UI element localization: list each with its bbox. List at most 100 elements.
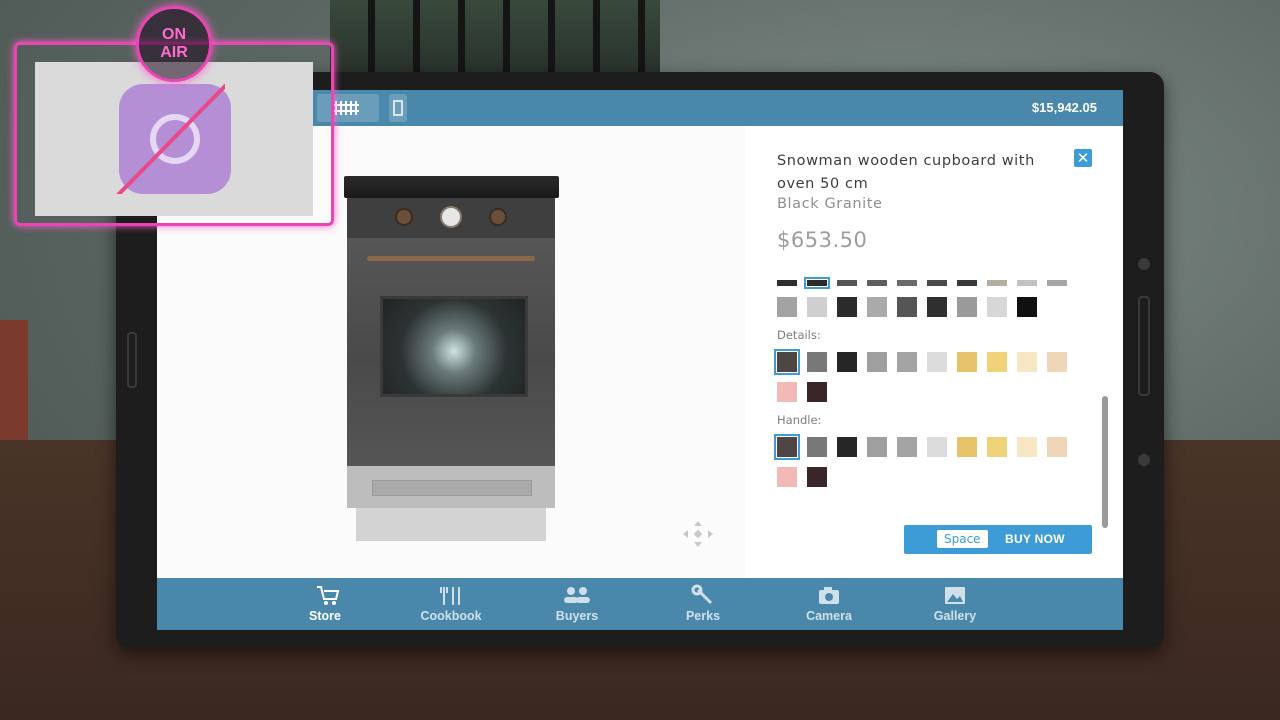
buy-now-button[interactable]: Space BUY NOW bbox=[904, 525, 1092, 554]
material-swatch[interactable] bbox=[927, 297, 947, 317]
details-swatch[interactable] bbox=[777, 382, 797, 402]
material-swatch[interactable] bbox=[987, 280, 1007, 286]
handle-swatch[interactable] bbox=[1017, 437, 1037, 457]
bottom-nav: Store Cookbook Buyers Perks Camera Galle… bbox=[157, 578, 1123, 630]
on-air-line1: ON bbox=[162, 26, 186, 43]
material-swatch[interactable] bbox=[897, 280, 917, 286]
details-swatch-row bbox=[777, 382, 837, 402]
nav-store[interactable]: Store bbox=[270, 584, 380, 623]
material-swatch[interactable] bbox=[804, 277, 830, 289]
details-swatch[interactable] bbox=[807, 352, 827, 372]
handle-swatch[interactable] bbox=[897, 437, 917, 457]
oven-window bbox=[380, 296, 528, 397]
nav-perks-label: Perks bbox=[685, 609, 721, 623]
rotate-arrows-icon[interactable] bbox=[681, 519, 715, 549]
money-balance: $15,942.05 bbox=[1031, 100, 1097, 115]
details-swatch[interactable] bbox=[897, 352, 917, 372]
nav-gallery[interactable]: Gallery bbox=[900, 584, 1010, 623]
material-swatch[interactable] bbox=[777, 297, 797, 317]
handle-swatch-row bbox=[774, 434, 1077, 460]
material-swatch[interactable] bbox=[897, 297, 917, 317]
handle-swatch[interactable] bbox=[987, 437, 1007, 457]
details-swatch[interactable] bbox=[774, 349, 800, 375]
tablet-side-button-left bbox=[127, 332, 137, 388]
material-swatch-row-top bbox=[777, 277, 1077, 289]
material-swatch[interactable] bbox=[1017, 297, 1037, 317]
material-swatch[interactable] bbox=[957, 297, 977, 317]
details-label: Details: bbox=[777, 328, 821, 342]
product-variant: Black Granite bbox=[777, 196, 883, 212]
on-air-line2: AIR bbox=[160, 44, 188, 61]
material-swatch[interactable] bbox=[1017, 280, 1037, 286]
close-icon[interactable]: ✕ bbox=[1074, 149, 1092, 167]
oven-base bbox=[356, 508, 546, 541]
nav-buyers[interactable]: Buyers bbox=[522, 584, 632, 623]
material-swatch[interactable] bbox=[987, 297, 1007, 317]
handle-swatch[interactable] bbox=[957, 437, 977, 457]
oven-drawer-slot bbox=[372, 480, 532, 496]
oven-body bbox=[347, 198, 555, 466]
details-swatch[interactable] bbox=[1047, 352, 1067, 372]
wrench-icon bbox=[691, 584, 713, 605]
handle-swatch[interactable] bbox=[777, 467, 797, 487]
nav-camera[interactable]: Camera bbox=[774, 584, 884, 623]
details-swatch-row bbox=[774, 349, 1077, 375]
tablet-sensor-dot bbox=[1138, 258, 1150, 270]
product-title: Snowman wooden cupboard with oven 50 cm bbox=[777, 153, 1035, 192]
nav-perks[interactable]: Perks bbox=[648, 584, 758, 623]
handle-swatch[interactable] bbox=[837, 437, 857, 457]
oven-clock bbox=[440, 206, 462, 228]
details-swatch[interactable] bbox=[987, 352, 1007, 372]
details-swatch[interactable] bbox=[867, 352, 887, 372]
nav-cookbook[interactable]: Cookbook bbox=[396, 584, 506, 623]
cart-icon bbox=[317, 586, 340, 605]
category-tab-door[interactable] bbox=[389, 94, 407, 122]
handle-swatch[interactable] bbox=[807, 437, 827, 457]
handle-swatch[interactable] bbox=[867, 437, 887, 457]
material-swatch[interactable] bbox=[1047, 280, 1067, 286]
material-swatch[interactable] bbox=[837, 297, 857, 317]
nav-store-label: Store bbox=[309, 609, 341, 623]
door-icon bbox=[393, 100, 403, 116]
background-window bbox=[330, 0, 660, 75]
material-swatch[interactable] bbox=[867, 280, 887, 286]
panel-scrollbar[interactable] bbox=[1102, 396, 1108, 528]
nav-cookbook-label: Cookbook bbox=[420, 609, 482, 623]
material-swatch[interactable] bbox=[867, 297, 887, 317]
people-icon bbox=[564, 587, 590, 603]
handle-label: Handle: bbox=[777, 413, 822, 427]
nav-camera-label: Camera bbox=[806, 609, 852, 623]
background-brick bbox=[0, 320, 28, 440]
oven-drawer bbox=[347, 466, 555, 508]
handle-swatch-row bbox=[777, 467, 837, 487]
camera-icon bbox=[819, 587, 839, 604]
oven-countertop bbox=[344, 176, 559, 198]
details-swatch[interactable] bbox=[1017, 352, 1037, 372]
oven-control-panel bbox=[347, 198, 555, 238]
material-swatch[interactable] bbox=[927, 280, 947, 286]
nav-buyers-label: Buyers bbox=[555, 609, 599, 623]
product-price: $653.50 bbox=[777, 228, 868, 252]
on-air-badge: ON AIR bbox=[136, 6, 212, 82]
details-swatch[interactable] bbox=[807, 382, 827, 402]
handle-swatch[interactable] bbox=[774, 434, 800, 460]
nav-gallery-label: Gallery bbox=[933, 609, 977, 623]
buy-now-label: BUY NOW bbox=[1005, 532, 1065, 546]
handle-swatch[interactable] bbox=[927, 437, 947, 457]
details-swatch[interactable] bbox=[837, 352, 857, 372]
material-swatch[interactable] bbox=[957, 280, 977, 286]
tablet-side-button-right bbox=[1138, 296, 1150, 396]
handle-swatch[interactable] bbox=[1047, 437, 1067, 457]
oven-knob bbox=[489, 208, 507, 226]
space-key-hint: Space bbox=[937, 530, 988, 548]
slash-icon bbox=[116, 84, 225, 194]
details-swatch[interactable] bbox=[957, 352, 977, 372]
handle-swatch[interactable] bbox=[807, 467, 827, 487]
oven-knob bbox=[395, 208, 413, 226]
rotate-arrows-glyph bbox=[683, 521, 713, 547]
material-swatch[interactable] bbox=[807, 297, 827, 317]
details-swatch[interactable] bbox=[927, 352, 947, 372]
material-swatch[interactable] bbox=[777, 280, 797, 286]
material-swatch[interactable] bbox=[837, 280, 857, 286]
product-detail-panel: Snowman wooden cupboard with oven 50 cm … bbox=[745, 126, 1123, 578]
